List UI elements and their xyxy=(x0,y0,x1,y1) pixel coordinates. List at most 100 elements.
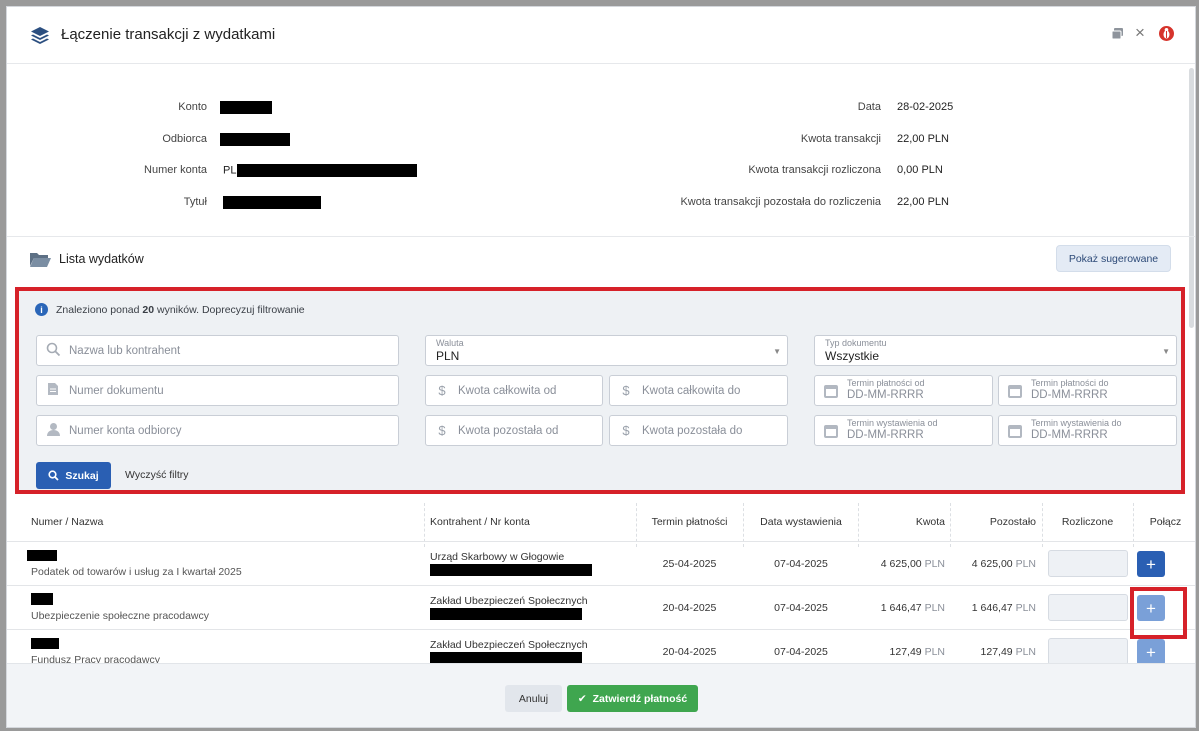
name-or-contractor-placeholder: Nazwa lub kontrahent xyxy=(69,344,181,357)
table-row[interactable]: Ubezpieczenie społeczne pracodawcy Zakła… xyxy=(7,585,1195,629)
connect-button[interactable]: + xyxy=(1137,551,1165,577)
row-name: Podatek od towarów i usług za I kwartał … xyxy=(31,566,242,578)
issue-date-to-placeholder: DD-MM-RRRR xyxy=(1031,429,1108,441)
copy-window-icon[interactable] xyxy=(1108,24,1126,42)
payment-due-to-input[interactable]: Termin płatności do DD-MM-RRRR xyxy=(998,375,1177,406)
settled-amount-input[interactable] xyxy=(1048,638,1128,663)
row-remaining: 4 625,00 PLN xyxy=(971,558,1036,570)
scroll-thumb[interactable] xyxy=(1189,68,1194,328)
link-transactions-modal: Łączenie transakcji z wydatkami × Konto … xyxy=(6,6,1196,728)
row-issue-date: 07-04-2025 xyxy=(774,602,828,614)
calendar-icon xyxy=(824,425,838,438)
bug-icon[interactable] xyxy=(1157,24,1175,42)
info-value-data: 28-02-2025 xyxy=(897,101,954,113)
recipient-account-input[interactable]: Numer konta odbiorcy xyxy=(36,415,399,446)
document-type-select[interactable]: Typ dokumentu Wszystkie ▼ xyxy=(814,335,1177,366)
info-label-tytul: Tytuł xyxy=(183,196,207,208)
remaining-amount-to-placeholder: Kwota pozostała do xyxy=(642,424,743,437)
row-name: Ubezpieczenie społeczne pracodawcy xyxy=(31,610,210,622)
payment-due-from-label: Termin płatności od xyxy=(847,378,925,388)
row-number xyxy=(27,549,57,561)
modal-footer: Anuluj ✔ Zatwierdź płatność xyxy=(7,663,1195,727)
row-issue-date: 07-04-2025 xyxy=(774,558,828,570)
clear-filters-button[interactable]: Wyczyść filtry xyxy=(125,469,188,481)
payment-due-from-placeholder: DD-MM-RRRR xyxy=(847,389,924,401)
connect-button[interactable]: + xyxy=(1137,639,1165,663)
modal-header: Łączenie transakcji z wydatkami × xyxy=(7,7,1195,64)
column-header-issue-date[interactable]: Data wystawienia xyxy=(744,503,858,541)
confirm-payment-label: Zatwierdź płatność xyxy=(592,692,688,705)
info-label-odbiorca: Odbiorca xyxy=(162,133,207,145)
document-number-input[interactable]: Numer dokumentu xyxy=(36,375,399,406)
table-row[interactable]: Podatek od towarów i usług za I kwartał … xyxy=(7,541,1195,585)
row-due-date: 25-04-2025 xyxy=(662,558,717,570)
info-label-pozostala: Kwota transakcji pozostała do rozliczeni… xyxy=(680,196,881,208)
info-value-konto xyxy=(220,101,272,114)
info-value-tytul xyxy=(223,196,321,209)
total-amount-to-input[interactable]: $ Kwota całkowita do xyxy=(609,375,788,406)
column-header-amount[interactable]: Kwota xyxy=(859,503,945,541)
document-type-value: Wszystkie xyxy=(825,349,879,363)
currency-value: PLN xyxy=(436,349,460,363)
info-value-pozostala: 22,00 PLN xyxy=(897,196,949,208)
dollar-icon: $ xyxy=(438,423,446,438)
scrollbar[interactable] xyxy=(1187,64,1195,334)
table-row[interactable]: Fundusz Pracy pracodawcy Zakład Ubezpiec… xyxy=(7,629,1195,663)
chevron-down-icon: ▼ xyxy=(1162,347,1170,356)
column-header-contractor[interactable]: Kontrahent / Nr konta xyxy=(430,503,530,541)
check-icon: ✔ xyxy=(577,692,587,705)
search-icon xyxy=(45,342,61,360)
name-or-contractor-input[interactable]: Nazwa lub kontrahent xyxy=(36,335,399,366)
row-account-number xyxy=(430,652,582,663)
info-icon: i xyxy=(35,303,48,316)
document-number-placeholder: Numer dokumentu xyxy=(69,384,164,397)
show-suggested-button[interactable]: Pokaż sugerowane xyxy=(1056,245,1171,272)
total-amount-from-placeholder: Kwota całkowita od xyxy=(458,384,557,397)
issue-date-to-input[interactable]: Termin wystawienia do DD-MM-RRRR xyxy=(998,415,1177,446)
expenses-list-title: Lista wydatków xyxy=(59,252,144,266)
total-amount-from-input[interactable]: $ Kwota całkowita od xyxy=(425,375,603,406)
info-label-konto: Konto xyxy=(178,101,207,113)
filters-panel: i Znaleziono ponad 20 wyników. Doprecyzu… xyxy=(15,287,1185,494)
calendar-icon xyxy=(1008,425,1022,438)
column-header-remaining[interactable]: Pozostało xyxy=(951,503,1036,541)
payment-due-to-label: Termin płatności do xyxy=(1031,378,1109,388)
row-remaining: 127,49 PLN xyxy=(980,646,1036,658)
results-alert-text: Znaleziono ponad 20 wyników. Doprecyzuj … xyxy=(56,303,305,316)
currency-select[interactable]: Waluta PLN ▼ xyxy=(425,335,788,366)
info-value-rozliczona: 0,00 PLN xyxy=(897,164,943,176)
confirm-payment-button[interactable]: ✔ Zatwierdź płatność xyxy=(567,685,698,712)
row-account-number xyxy=(430,608,582,621)
info-label-rozliczona: Kwota transakcji rozliczona xyxy=(748,164,881,176)
row-due-date: 20-04-2025 xyxy=(662,602,717,614)
column-header-number[interactable]: Numer / Nazwa xyxy=(31,503,103,541)
transaction-info: Konto Odbiorca Numer konta PL Tytuł Data… xyxy=(7,64,1195,236)
cancel-button[interactable]: Anuluj xyxy=(505,685,562,712)
payment-due-from-input[interactable]: Termin płatności od DD-MM-RRRR xyxy=(814,375,993,406)
results-alert: i Znaleziono ponad 20 wyników. Doprecyzu… xyxy=(35,303,305,316)
settled-amount-input[interactable] xyxy=(1048,550,1128,577)
divider xyxy=(7,236,1195,237)
close-icon[interactable]: × xyxy=(1131,23,1149,42)
search-button[interactable]: Szukaj xyxy=(36,462,111,489)
column-header-settled: Rozliczone xyxy=(1061,516,1114,528)
column-header-connect: Połącz xyxy=(1149,516,1182,528)
settled-amount-input[interactable] xyxy=(1048,594,1128,621)
issue-date-from-input[interactable]: Termin wystawienia od DD-MM-RRRR xyxy=(814,415,993,446)
row-number xyxy=(31,593,53,606)
remaining-amount-to-input[interactable]: $ Kwota pozostała do xyxy=(609,415,788,446)
modal-title: Łączenie transakcji z wydatkami xyxy=(61,26,276,43)
info-label-data: Data xyxy=(857,101,881,113)
total-amount-to-placeholder: Kwota całkowita do xyxy=(642,384,741,397)
info-label-numer-konta: Numer konta xyxy=(144,164,207,176)
expenses-table: Numer / Nazwa Kontrahent / Nr konta Term… xyxy=(7,503,1195,663)
column-header-due-date[interactable]: Termin płatności xyxy=(636,503,743,541)
highlight-box xyxy=(1130,587,1187,639)
calendar-icon xyxy=(1008,385,1022,398)
payment-due-to-placeholder: DD-MM-RRRR xyxy=(1031,389,1108,401)
remaining-amount-from-input[interactable]: $ Kwota pozostała od xyxy=(425,415,603,446)
layers-icon xyxy=(31,27,49,44)
issue-date-from-label: Termin wystawienia od xyxy=(847,418,938,428)
row-contractor: Zakład Ubezpieczeń Społecznych xyxy=(430,595,588,607)
info-value-kwota: 22,00 PLN xyxy=(897,133,949,145)
